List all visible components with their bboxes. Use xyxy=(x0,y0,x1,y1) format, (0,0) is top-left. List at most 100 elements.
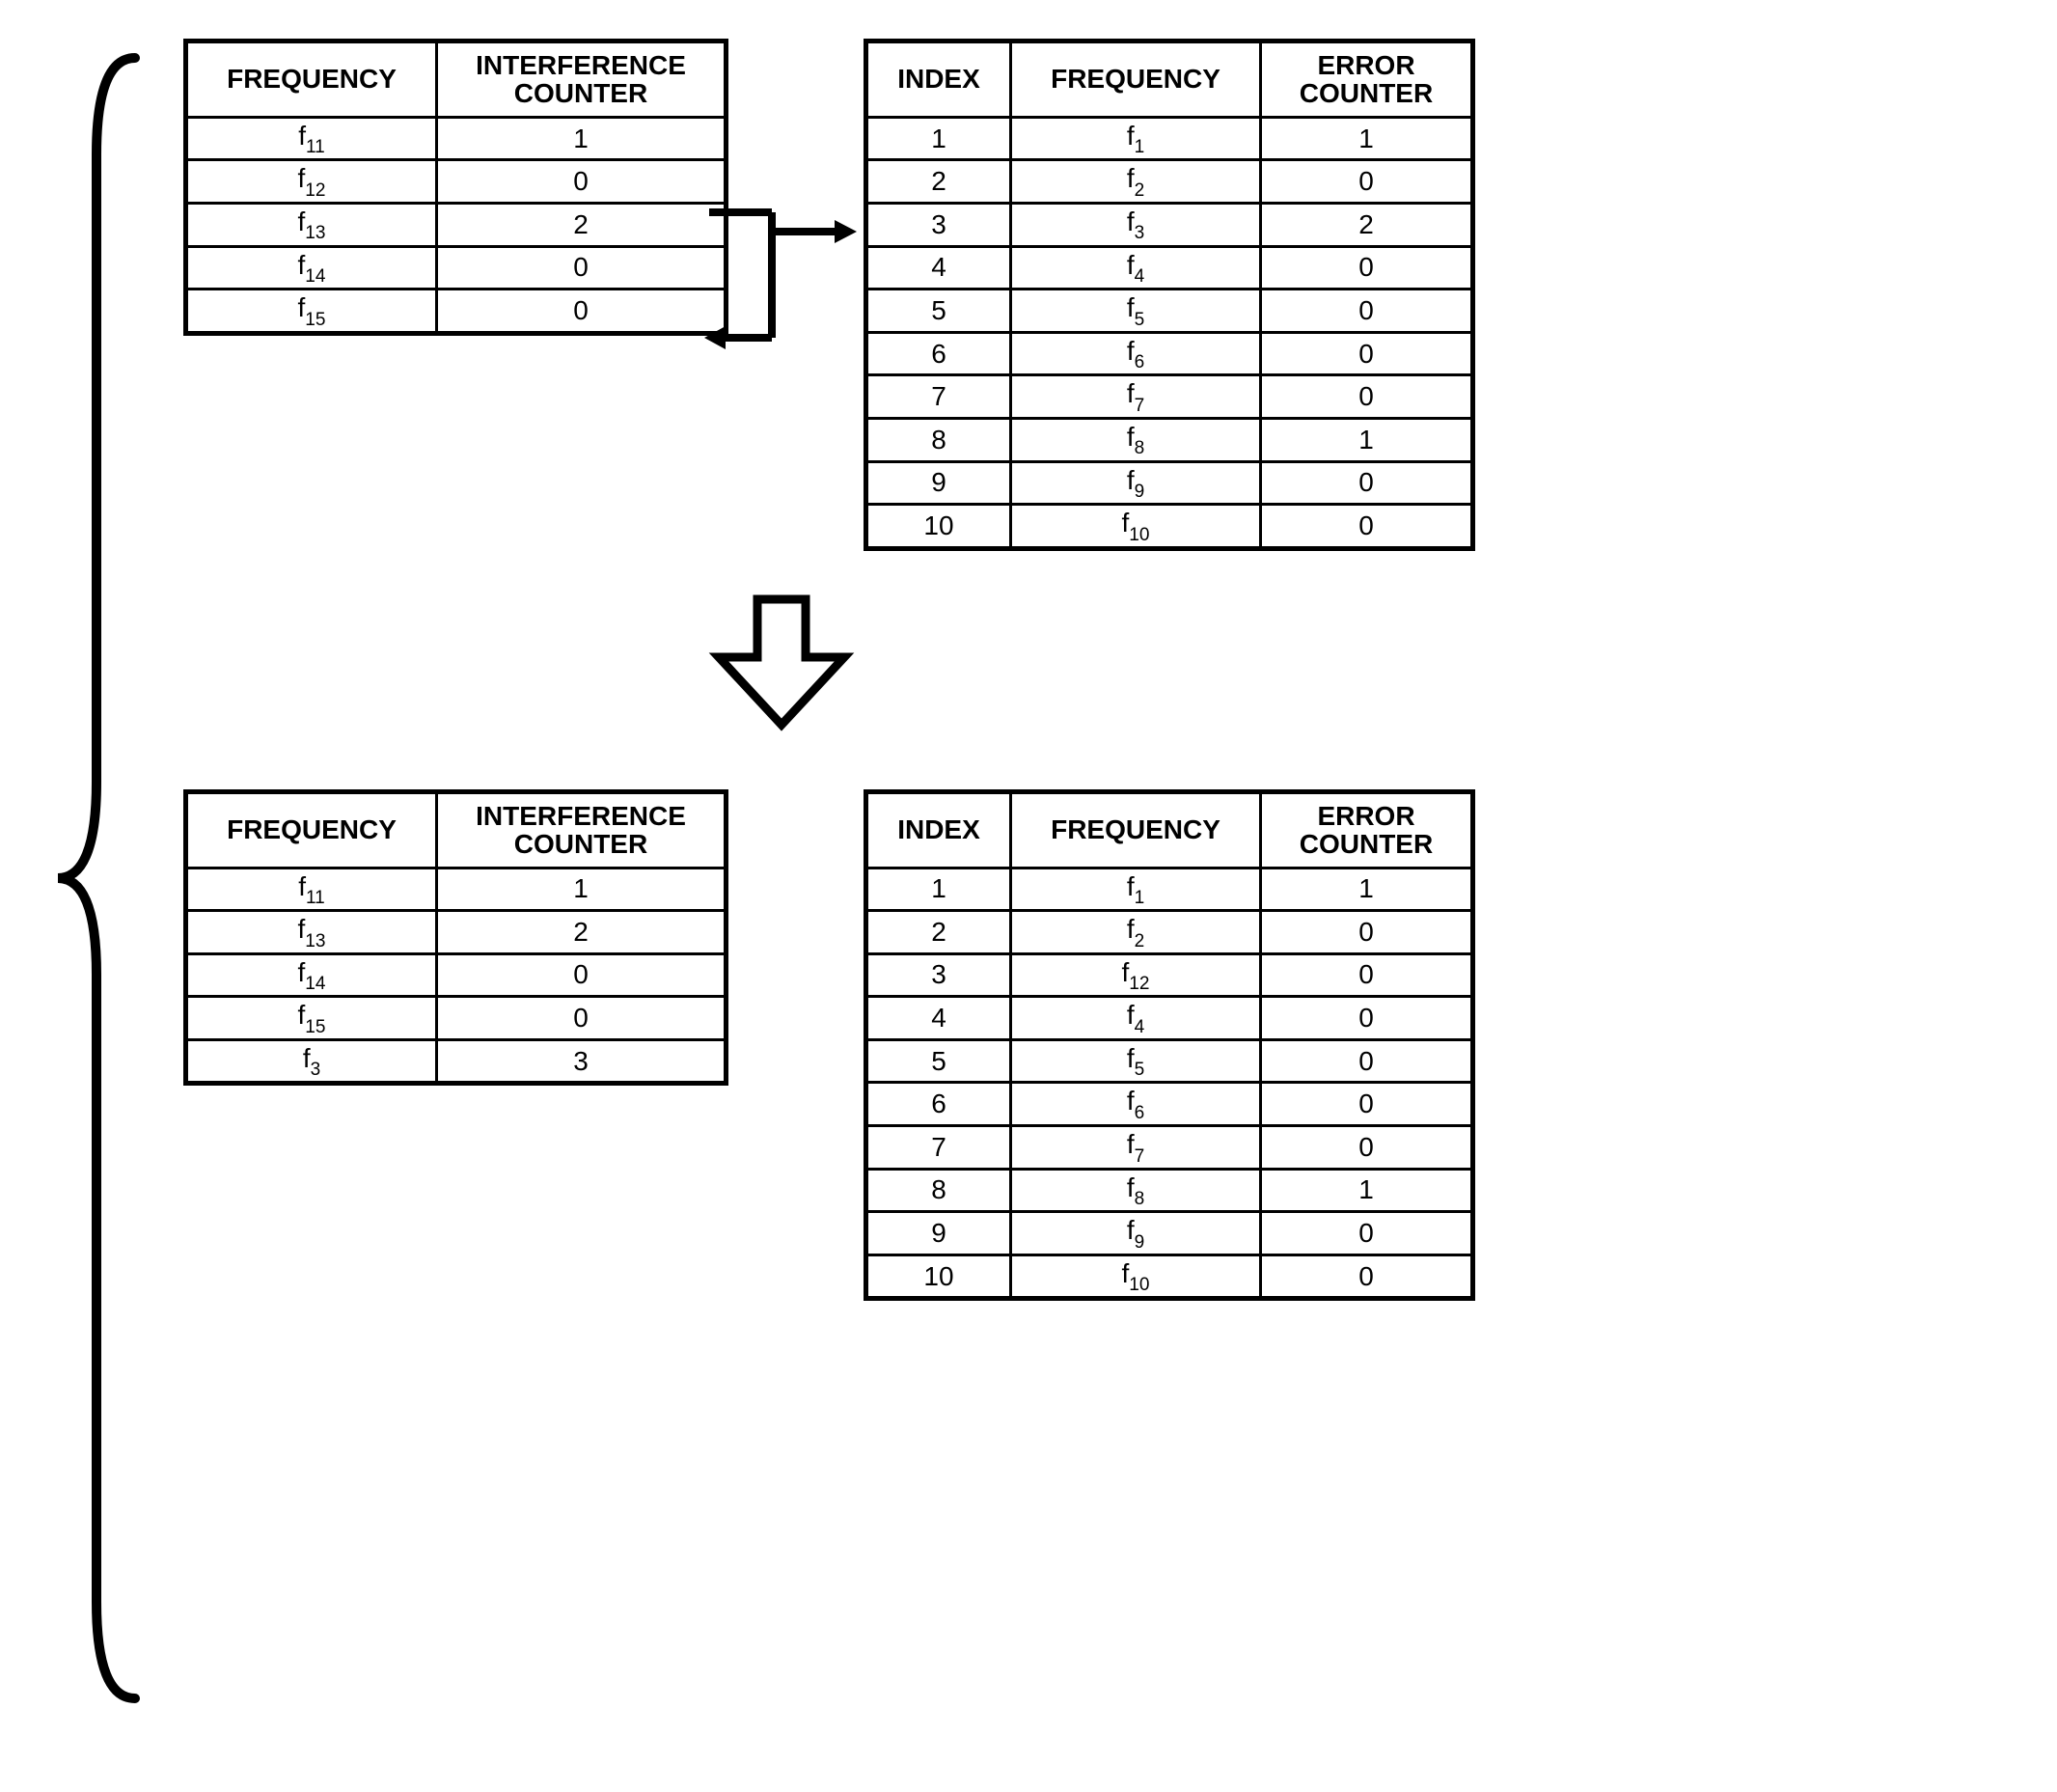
table-row: f140 xyxy=(186,246,727,289)
table-row: 5f50 xyxy=(866,289,1473,333)
cell-frequency: f9 xyxy=(1011,461,1261,505)
cell-counter: 0 xyxy=(437,953,727,997)
cell-index: 2 xyxy=(866,160,1011,204)
cell-counter: 0 xyxy=(1261,997,1473,1040)
cell-counter: 0 xyxy=(1261,911,1473,954)
cell-counter: 0 xyxy=(1261,332,1473,375)
cell-index: 9 xyxy=(866,1212,1011,1255)
cell-index: 10 xyxy=(866,505,1011,549)
table-row: f111 xyxy=(186,117,727,160)
cell-counter: 0 xyxy=(1261,505,1473,549)
cell-frequency: f6 xyxy=(1011,332,1261,375)
cell-index: 6 xyxy=(866,332,1011,375)
cell-index: 5 xyxy=(866,289,1011,333)
table-row: f150 xyxy=(186,289,727,334)
cell-frequency: f10 xyxy=(1011,1254,1261,1299)
table-row: 10f100 xyxy=(866,505,1473,549)
cell-counter: 2 xyxy=(437,911,727,954)
table-header-row: INDEX FREQUENCY ERRORCOUNTER xyxy=(866,791,1473,868)
cell-counter: 2 xyxy=(1261,203,1473,246)
table-row: 4f40 xyxy=(866,246,1473,289)
cell-counter: 0 xyxy=(1261,375,1473,419)
table-row: 7f70 xyxy=(866,375,1473,419)
table-row: 10f100 xyxy=(866,1254,1473,1299)
table-row: 5f50 xyxy=(866,1039,1473,1083)
cell-counter: 3 xyxy=(437,1039,727,1084)
diagram-wrap: FREQUENCY INTERFERENCECOUNTER f111f120f1… xyxy=(39,39,2018,1301)
table-row: f132 xyxy=(186,911,727,954)
table-row: 8f81 xyxy=(866,1169,1473,1212)
cell-counter: 0 xyxy=(1261,953,1473,997)
cell-frequency: f3 xyxy=(1011,203,1261,246)
cell-counter: 0 xyxy=(1261,1083,1473,1126)
cell-frequency: f8 xyxy=(1011,1169,1261,1212)
cell-frequency: f4 xyxy=(1011,997,1261,1040)
content-column: FREQUENCY INTERFERENCECOUNTER f111f120f1… xyxy=(154,39,2018,1301)
table-row: f111 xyxy=(186,868,727,911)
cell-frequency: f9 xyxy=(1011,1212,1261,1255)
error-table-before: INDEX FREQUENCY ERRORCOUNTER 1f112f203f3… xyxy=(864,39,1475,551)
top-row: FREQUENCY INTERFERENCECOUNTER f111f120f1… xyxy=(183,39,2018,551)
cell-frequency: f10 xyxy=(1011,505,1261,549)
table-row: 2f20 xyxy=(866,160,1473,204)
cell-counter: 1 xyxy=(1261,1169,1473,1212)
cell-counter: 1 xyxy=(1261,117,1473,160)
table-row: 3f32 xyxy=(866,203,1473,246)
cell-index: 7 xyxy=(866,1126,1011,1170)
col-frequency: FREQUENCY xyxy=(186,41,437,118)
cell-counter: 0 xyxy=(1261,1212,1473,1255)
cell-frequency: f1 xyxy=(1011,868,1261,911)
cell-frequency: f6 xyxy=(1011,1083,1261,1126)
table-row: f120 xyxy=(186,160,727,204)
cell-counter: 0 xyxy=(1261,1254,1473,1299)
table-row: 1f11 xyxy=(866,868,1473,911)
table-row: 2f20 xyxy=(866,911,1473,954)
table-row: f33 xyxy=(186,1039,727,1084)
cell-frequency: f2 xyxy=(1011,160,1261,204)
cell-frequency: f14 xyxy=(186,953,437,997)
table-row: 7f70 xyxy=(866,1126,1473,1170)
cell-frequency: f7 xyxy=(1011,1126,1261,1170)
cell-counter: 0 xyxy=(1261,1039,1473,1083)
cell-counter: 0 xyxy=(1261,246,1473,289)
table-row: f140 xyxy=(186,953,727,997)
cell-frequency: f14 xyxy=(186,246,437,289)
cell-frequency: f12 xyxy=(186,160,437,204)
cell-counter: 1 xyxy=(1261,418,1473,461)
cell-frequency: f15 xyxy=(186,289,437,334)
cell-frequency: f2 xyxy=(1011,911,1261,954)
table-row: f132 xyxy=(186,203,727,246)
table-header-row: FREQUENCY INTERFERENCECOUNTER xyxy=(186,791,727,868)
table-row: 9f90 xyxy=(866,461,1473,505)
col-interference-counter: INTERFERENCECOUNTER xyxy=(437,41,727,118)
cell-index: 8 xyxy=(866,1169,1011,1212)
cell-index: 7 xyxy=(866,375,1011,419)
cell-index: 10 xyxy=(866,1254,1011,1299)
cell-counter: 0 xyxy=(1261,1126,1473,1170)
cell-counter: 0 xyxy=(437,246,727,289)
cell-index: 6 xyxy=(866,1083,1011,1126)
col-error-counter: ERRORCOUNTER xyxy=(1261,41,1473,118)
cell-index: 1 xyxy=(866,868,1011,911)
error-table-after: INDEX FREQUENCY ERRORCOUNTER 1f112f203f1… xyxy=(864,789,1475,1302)
bottom-row: FREQUENCY INTERFERENCECOUNTER f111f132f1… xyxy=(183,789,2018,1302)
table-header-row: INDEX FREQUENCY ERRORCOUNTER xyxy=(866,41,1473,118)
col-frequency: FREQUENCY xyxy=(1011,41,1261,118)
cell-counter: 1 xyxy=(437,117,727,160)
col-interference-counter: INTERFERENCECOUNTER xyxy=(437,791,727,868)
col-frequency: FREQUENCY xyxy=(186,791,437,868)
cell-frequency: f13 xyxy=(186,203,437,246)
interference-table-after: FREQUENCY INTERFERENCECOUNTER f111f132f1… xyxy=(183,789,728,1087)
table-row: f150 xyxy=(186,997,727,1040)
table-row: 6f60 xyxy=(866,332,1473,375)
cell-index: 9 xyxy=(866,461,1011,505)
table-row: 4f40 xyxy=(866,997,1473,1040)
table-row: 8f81 xyxy=(866,418,1473,461)
cell-counter: 0 xyxy=(437,160,727,204)
cell-counter: 0 xyxy=(437,289,727,334)
cell-frequency: f1 xyxy=(1011,117,1261,160)
col-error-counter: ERRORCOUNTER xyxy=(1261,791,1473,868)
cell-index: 4 xyxy=(866,246,1011,289)
cell-counter: 0 xyxy=(437,997,727,1040)
cell-counter: 2 xyxy=(437,203,727,246)
